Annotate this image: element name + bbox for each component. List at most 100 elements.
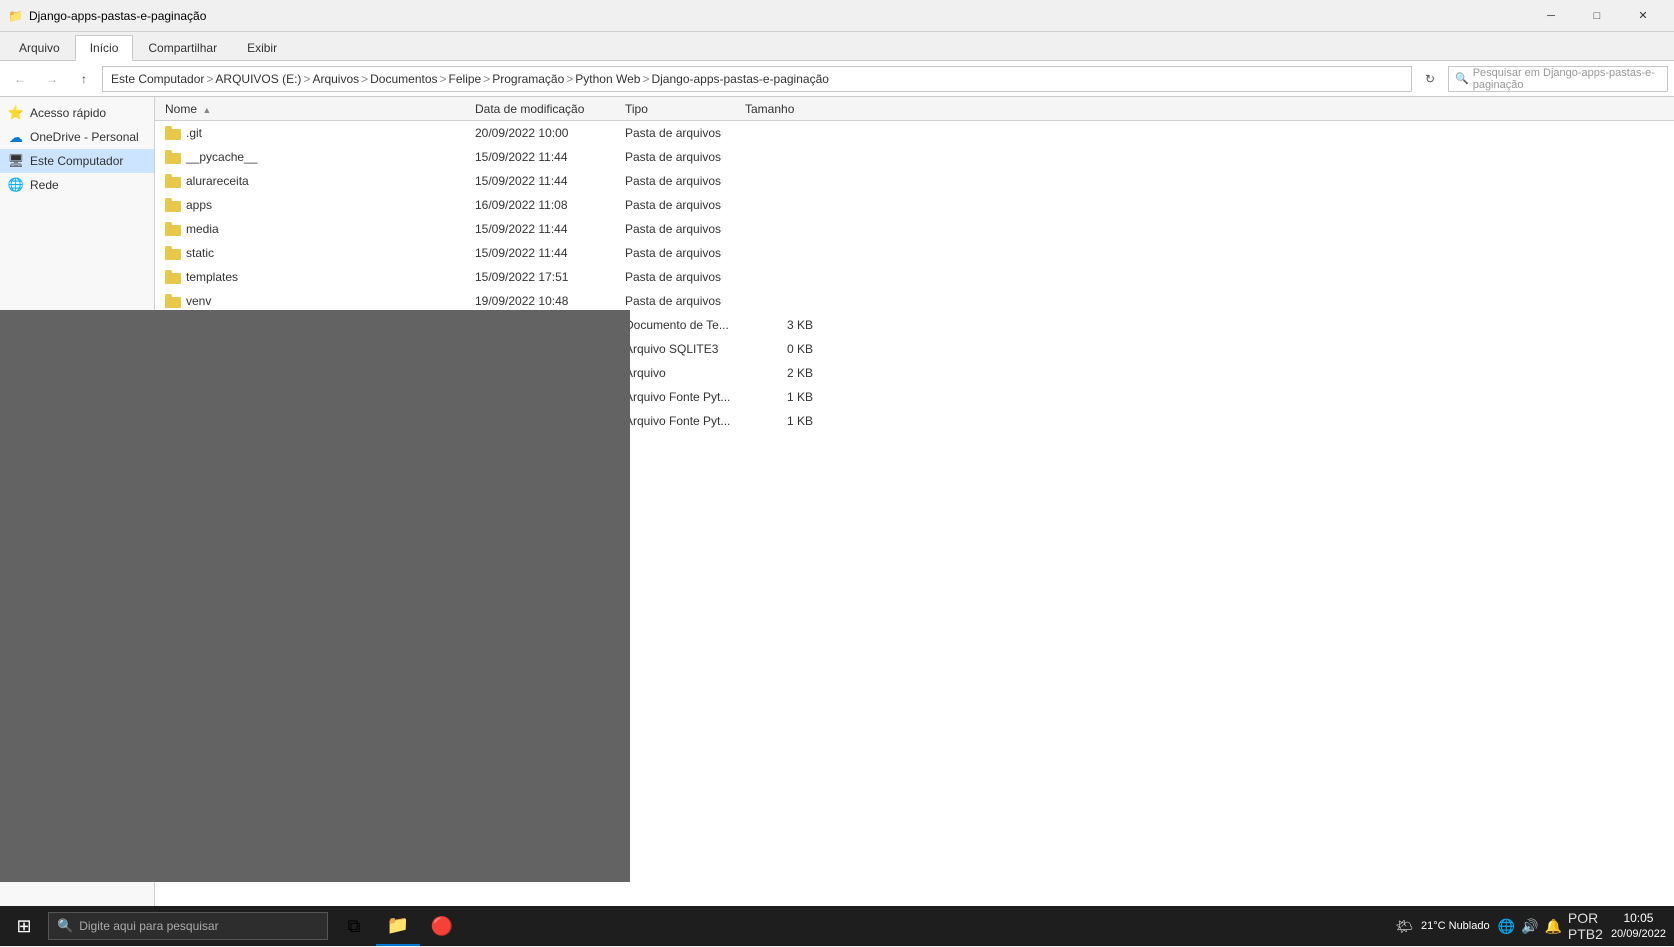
path-este-computador[interactable]: Este Computador bbox=[111, 72, 204, 86]
table-row[interactable]: static 15/09/2022 11:44 Pasta de arquivo… bbox=[155, 241, 1674, 265]
forward-button[interactable]: → bbox=[38, 65, 66, 93]
refresh-button[interactable]: ↻ bbox=[1416, 65, 1444, 93]
file-type-cell: Arquivo bbox=[619, 366, 739, 380]
network-tray-icon[interactable]: 🌐 bbox=[1498, 918, 1515, 935]
file-size-cell: 3 KB bbox=[739, 318, 819, 332]
terminal-overlay bbox=[0, 310, 630, 882]
file-type-cell: Pasta de arquivos bbox=[619, 294, 739, 308]
file-date-cell: 16/09/2022 11:08 bbox=[469, 198, 619, 212]
folder-icon bbox=[165, 294, 181, 308]
file-name-cell: __pycache__ bbox=[159, 150, 469, 164]
file-explorer-app[interactable]: 📁 bbox=[376, 906, 420, 946]
path-python-web[interactable]: Python Web bbox=[575, 72, 640, 86]
taskbar: ⊞ 🔍 Digite aqui para pesquisar ⧉ 📁 🔴 🌤 2… bbox=[0, 906, 1674, 946]
path-label: ARQUIVOS (E:) bbox=[215, 72, 301, 86]
tray-icons: 🌐 🔊 🔔 PORPTB2 bbox=[1498, 910, 1603, 942]
weather-text: 21°C Nublado bbox=[1421, 920, 1490, 932]
search-box[interactable]: 🔍 Pesquisar em Django-apps-pastas-e-pagi… bbox=[1448, 66, 1668, 92]
file-type-cell: Pasta de arquivos bbox=[619, 126, 739, 140]
network-icon bbox=[8, 177, 24, 193]
speaker-icon[interactable]: 🔊 bbox=[1521, 918, 1538, 935]
battery-icon[interactable]: 🔔 bbox=[1544, 918, 1561, 935]
file-name: media bbox=[186, 222, 219, 236]
col-header-name[interactable]: Nome ▲ bbox=[159, 102, 469, 116]
table-row[interactable]: media 15/09/2022 11:44 Pasta de arquivos bbox=[155, 217, 1674, 241]
col-header-size[interactable]: Tamanho bbox=[739, 102, 819, 116]
path-label: Django-apps-pastas-e-paginação bbox=[651, 72, 828, 86]
sidebar-item-este-computador[interactable]: Este Computador bbox=[0, 149, 154, 173]
file-date-cell: 20/09/2022 10:00 bbox=[469, 126, 619, 140]
tab-inicio[interactable]: Início bbox=[75, 35, 134, 61]
address-path[interactable]: Este Computador > ARQUIVOS (E:) > Arquiv… bbox=[102, 66, 1412, 92]
clock-time: 10:05 bbox=[1611, 910, 1666, 927]
cloud-icon bbox=[8, 129, 24, 145]
file-type-cell: Pasta de arquivos bbox=[619, 222, 739, 236]
path-programacao[interactable]: Programação bbox=[492, 72, 564, 86]
up-button[interactable]: ↑ bbox=[70, 65, 98, 93]
back-button[interactable]: ← bbox=[6, 65, 34, 93]
file-name-cell: media bbox=[159, 222, 469, 236]
path-sep-1: > bbox=[206, 72, 213, 86]
file-name: alurareceita bbox=[186, 174, 249, 188]
file-name: apps bbox=[186, 198, 212, 212]
path-arquivos[interactable]: Arquivos bbox=[312, 72, 359, 86]
start-button[interactable]: ⊞ bbox=[0, 906, 48, 946]
file-name: .git bbox=[186, 126, 202, 140]
sidebar-label: Este Computador bbox=[30, 154, 123, 168]
close-button[interactable]: ✕ bbox=[1620, 0, 1666, 32]
path-documentos[interactable]: Documentos bbox=[370, 72, 437, 86]
file-name-cell: .git bbox=[159, 126, 469, 140]
file-size-cell: 0 KB bbox=[739, 342, 819, 356]
col-header-type[interactable]: Tipo bbox=[619, 102, 739, 116]
maximize-button[interactable]: □ bbox=[1574, 0, 1620, 32]
file-name-cell: venv bbox=[159, 294, 469, 308]
window-icon: 📁 bbox=[8, 9, 23, 23]
sort-arrow-name: ▲ bbox=[202, 105, 211, 115]
table-row[interactable]: apps 16/09/2022 11:08 Pasta de arquivos bbox=[155, 193, 1674, 217]
file-name: __pycache__ bbox=[186, 150, 257, 164]
sidebar-item-rede[interactable]: Rede bbox=[0, 173, 154, 197]
ribbon: Arquivo Início Compartilhar Exibir bbox=[0, 32, 1674, 61]
sidebar-label: Rede bbox=[30, 178, 59, 192]
path-sep-4: > bbox=[440, 72, 447, 86]
file-size-cell: 1 KB bbox=[739, 390, 819, 404]
taskbar-search[interactable]: 🔍 Digite aqui para pesquisar bbox=[48, 912, 328, 940]
taskbar-clock[interactable]: 10:05 20/09/2022 bbox=[1611, 910, 1666, 942]
tab-arquivo[interactable]: Arquivo bbox=[4, 34, 75, 60]
path-label: Programação bbox=[492, 72, 564, 86]
sidebar-item-acesso-rapido[interactable]: Acesso rápido bbox=[0, 101, 154, 125]
taskbar-search-placeholder: Digite aqui para pesquisar bbox=[79, 919, 218, 933]
ribbon-tabs: Arquivo Início Compartilhar Exibir bbox=[0, 32, 1674, 60]
sidebar-item-onedrive[interactable]: OneDrive - Personal bbox=[0, 125, 154, 149]
file-type-cell: Arquivo SQLITE3 bbox=[619, 342, 739, 356]
file-type-cell: Arquivo Fonte Pyt... bbox=[619, 390, 739, 404]
table-row[interactable]: .git 20/09/2022 10:00 Pasta de arquivos bbox=[155, 121, 1674, 145]
clock-date: 20/09/2022 bbox=[1611, 927, 1666, 942]
file-type-cell: Documento de Te... bbox=[619, 318, 739, 332]
table-row[interactable]: __pycache__ 15/09/2022 11:44 Pasta de ar… bbox=[155, 145, 1674, 169]
file-size-cell: 2 KB bbox=[739, 366, 819, 380]
path-arquivos-e[interactable]: ARQUIVOS (E:) bbox=[215, 72, 301, 86]
taskbar-apps: ⧉ 📁 🔴 bbox=[332, 906, 464, 946]
task-view-button[interactable]: ⧉ bbox=[332, 906, 376, 946]
table-row[interactable]: alurareceita 15/09/2022 11:44 Pasta de a… bbox=[155, 169, 1674, 193]
table-row[interactable]: templates 15/09/2022 17:51 Pasta de arqu… bbox=[155, 265, 1674, 289]
file-name-cell: alurareceita bbox=[159, 174, 469, 188]
minimize-button[interactable]: ─ bbox=[1528, 0, 1574, 32]
path-sep-3: > bbox=[361, 72, 368, 86]
file-date-cell: 15/09/2022 17:51 bbox=[469, 270, 619, 284]
pc-icon bbox=[8, 153, 24, 169]
file-name-cell: static bbox=[159, 246, 469, 260]
path-sep-5: > bbox=[483, 72, 490, 86]
tab-exibir[interactable]: Exibir bbox=[232, 34, 292, 60]
column-headers: Nome ▲ Data de modificação Tipo Tamanho bbox=[155, 97, 1674, 121]
keyboard-icon: PORPTB2 bbox=[1568, 910, 1603, 942]
path-sep-7: > bbox=[642, 72, 649, 86]
title-bar-controls: ─ □ ✕ bbox=[1528, 0, 1666, 32]
path-felipe[interactable]: Felipe bbox=[449, 72, 482, 86]
app-3[interactable]: 🔴 bbox=[420, 906, 464, 946]
folder-icon bbox=[165, 222, 181, 236]
col-header-date[interactable]: Data de modificação bbox=[469, 102, 619, 116]
tab-compartilhar[interactable]: Compartilhar bbox=[133, 34, 232, 60]
path-django-folder[interactable]: Django-apps-pastas-e-paginação bbox=[651, 72, 828, 86]
